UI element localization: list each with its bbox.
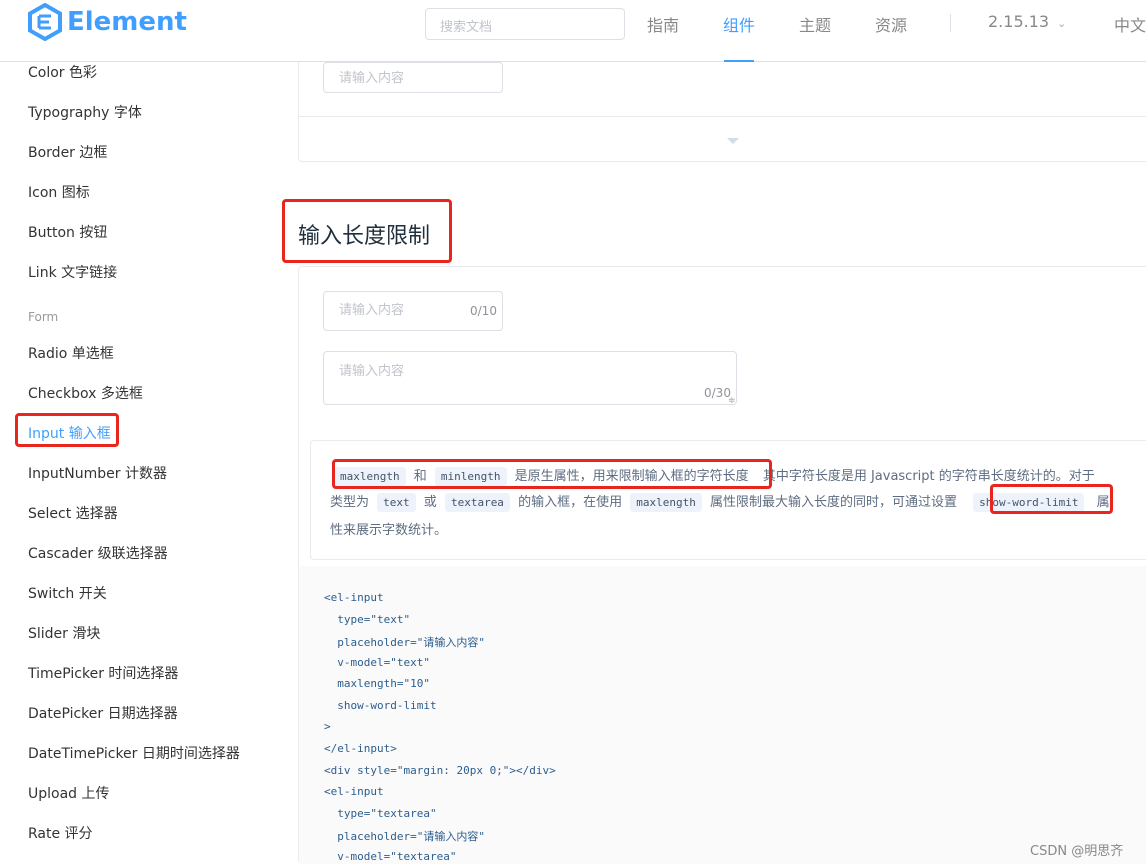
sidebar-item-icon[interactable]: Icon 图标 <box>28 182 90 202</box>
sidebar-item-datetimepicker[interactable]: DateTimePicker 日期时间选择器 <box>28 743 240 763</box>
code-line: placeholder="请输入内容" <box>324 830 485 843</box>
sidebar-group-form: Form <box>28 310 59 324</box>
code-line: v-model="textarea" <box>324 850 457 863</box>
desc-type-prefix: 类型为 <box>330 495 370 510</box>
sidebar-item-color[interactable]: Color 色彩 <box>28 62 97 82</box>
sidebar-item-border[interactable]: Border 边框 <box>28 142 107 162</box>
language-selector[interactable]: 中文 <box>1114 12 1146 36</box>
logo-text: Element <box>67 7 187 37</box>
desc-text-or: 或 <box>423 495 437 510</box>
sidebar-item-switch[interactable]: Switch 开关 <box>28 583 107 603</box>
version-selector[interactable]: 2.15.13 ⌄ <box>988 12 1066 31</box>
desc-mid-text-2: 属性限制最大输入长度的同时，可通过设置 <box>709 495 957 510</box>
desc-line-3: 性来展示字数统计。 <box>330 523 448 538</box>
code-line: show-word-limit <box>324 699 437 712</box>
resize-handle-icon[interactable]: ≑ <box>728 396 736 406</box>
sidebar-item-checkbox[interactable]: Checkbox 多选框 <box>28 383 143 403</box>
code-line: > <box>324 720 331 733</box>
sidebar-item-upload[interactable]: Upload 上传 <box>28 783 110 803</box>
sidebar-item-datepicker[interactable]: DatePicker 日期选择器 <box>28 703 178 723</box>
code-line: <el-input <box>324 591 384 604</box>
sidebar: Color 色彩 Typography 字体 Border 边框 Icon 图标… <box>0 62 280 864</box>
word-count-input: 0/10 <box>470 304 497 318</box>
sidebar-item-inputnumber[interactable]: InputNumber 计数器 <box>28 463 167 483</box>
code-line: </el-input> <box>324 742 397 755</box>
top-text-input[interactable]: 请输入内容 <box>323 62 503 93</box>
code-text: text <box>377 493 416 512</box>
input-placeholder: 请输入内容 <box>339 303 405 318</box>
nav-resources[interactable]: 资源 <box>875 12 907 36</box>
code-textarea: textarea <box>444 493 510 512</box>
sidebar-item-cascader[interactable]: Cascader 级联选择器 <box>28 543 168 563</box>
code-line: type="text" <box>324 613 411 626</box>
sidebar-item-link[interactable]: Link 文字链接 <box>28 262 117 282</box>
nav-divider <box>950 14 951 32</box>
textarea-placeholder: 请输入内容 <box>339 364 405 379</box>
watermark: CSDN @明思齐 <box>1030 844 1124 859</box>
element-logo[interactable]: Element <box>27 3 187 41</box>
desc-mid-text: 的输入框，在使用 <box>518 495 623 510</box>
code-line: type="textarea" <box>324 807 437 820</box>
caret-down-icon[interactable] <box>727 138 739 144</box>
sidebar-item-timepicker[interactable]: TimePicker 时间选择器 <box>28 663 178 683</box>
chevron-down-icon: ⌄ <box>1057 17 1067 30</box>
top-header: Element 搜索文档 指南 组件 主题 资源 2.15.13 ⌄ 中文 <box>0 0 1146 62</box>
sidebar-item-select[interactable]: Select 选择器 <box>28 503 118 523</box>
demo-divider <box>299 116 1146 117</box>
sidebar-item-radio[interactable]: Radio 单选框 <box>28 343 114 363</box>
highlight-box-desc <box>332 459 772 489</box>
nav-components[interactable]: 组件 <box>723 12 755 36</box>
code-line: v-model="text" <box>324 656 430 669</box>
textarea-maxlength[interactable]: 请输入内容 <box>323 351 737 405</box>
highlight-box-show-word-limit <box>990 484 1113 514</box>
word-count-textarea: 0/30 <box>704 386 731 400</box>
code-line: placeholder="请输入内容" <box>324 636 485 649</box>
sidebar-item-typography[interactable]: Typography 字体 <box>28 102 142 122</box>
active-nav-indicator <box>724 60 754 62</box>
code-maxlength-2: maxlength <box>630 493 702 512</box>
version-label: 2.15.13 <box>988 12 1050 31</box>
nav-guide[interactable]: 指南 <box>647 12 679 36</box>
nav-theme[interactable]: 主题 <box>799 12 831 36</box>
sidebar-item-rate[interactable]: Rate 评分 <box>28 823 93 843</box>
code-line: <el-input <box>324 785 384 798</box>
highlight-box-title <box>282 199 452 263</box>
sidebar-item-button[interactable]: Button 按钮 <box>28 222 107 242</box>
sidebar-item-slider[interactable]: Slider 滑块 <box>28 623 100 643</box>
code-line: maxlength="10" <box>324 677 430 690</box>
desc-text-rest: 其中字符长度是用 Javascript 的字符串长度统计的。对于 <box>762 469 1095 484</box>
highlight-box-sidebar-input <box>15 413 119 447</box>
search-input[interactable]: 搜索文档 <box>425 8 625 40</box>
element-hex-icon <box>28 3 62 41</box>
code-line: <div style="margin: 20px 0;"></div> <box>324 764 556 777</box>
